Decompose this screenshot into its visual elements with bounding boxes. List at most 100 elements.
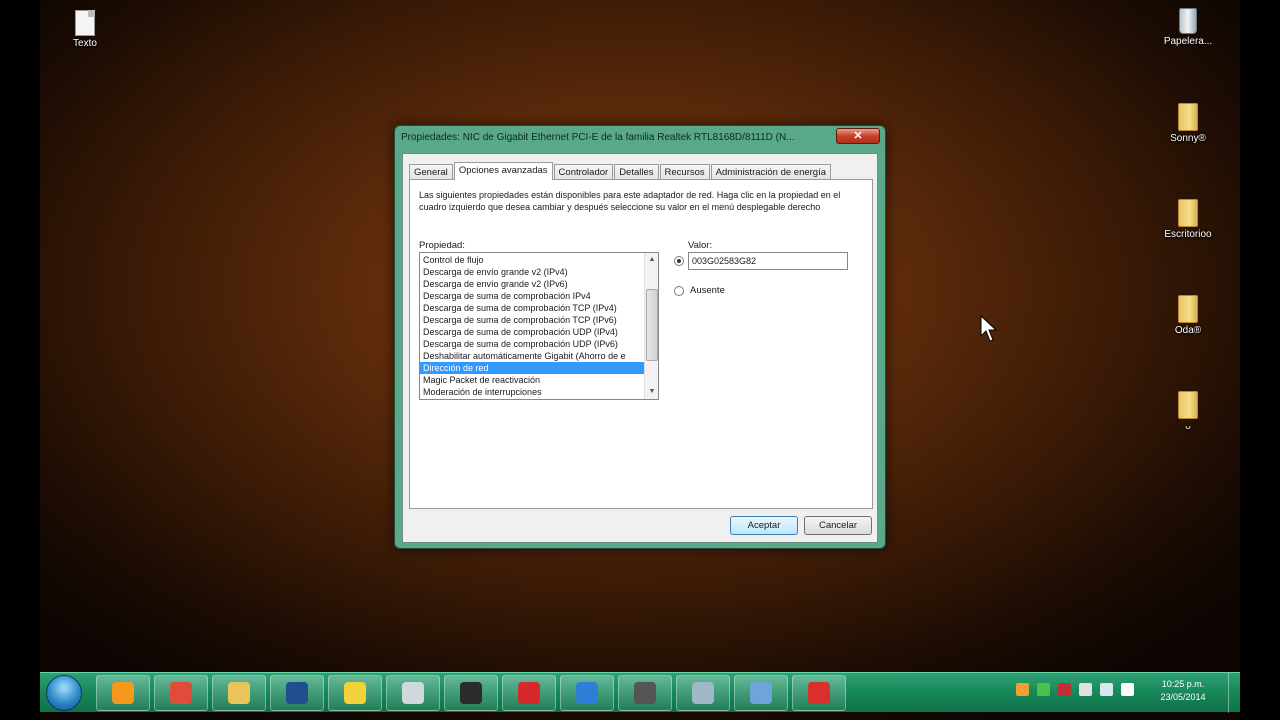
security-icon[interactable] bbox=[1037, 683, 1050, 696]
desktop-icon-label: ᴗ bbox=[1185, 421, 1191, 432]
value-radio[interactable] bbox=[674, 256, 684, 266]
app-icon bbox=[402, 682, 424, 704]
taskbar-button[interactable] bbox=[618, 675, 672, 711]
taskbar-button[interactable] bbox=[792, 675, 846, 711]
notification-icon[interactable] bbox=[1016, 683, 1029, 696]
tab-advanced-options[interactable]: Opciones avanzadas bbox=[453, 162, 553, 180]
property-list[interactable]: Control de flujo Descarga de envío grande… bbox=[419, 252, 659, 400]
property-item[interactable]: Descarga de suma de comprobación TCP (IP… bbox=[420, 314, 644, 326]
game-icon bbox=[460, 682, 482, 704]
taskbar-button[interactable] bbox=[212, 675, 266, 711]
desktop-icon-label: Sonny® bbox=[1170, 133, 1206, 144]
text-document-icon bbox=[75, 10, 95, 36]
desktop-icon-oda[interactable]: Oda® bbox=[1150, 295, 1226, 336]
desktop-icon-label: Texto bbox=[73, 38, 97, 49]
taskbar-button[interactable] bbox=[154, 675, 208, 711]
network-tool-icon bbox=[634, 682, 656, 704]
car-game-icon bbox=[518, 682, 540, 704]
clock-time: 10:25 p.m. bbox=[1161, 679, 1205, 689]
desktop-icon-label: Escritorioo bbox=[1164, 229, 1212, 240]
folder-icon bbox=[1178, 103, 1198, 131]
property-item[interactable]: Magic Packet de reactivación bbox=[420, 374, 644, 386]
right-letterbox bbox=[1240, 0, 1280, 720]
tab-bar: General Opciones avanzadas Controlador D… bbox=[409, 162, 832, 180]
property-item[interactable]: Descarga de envío grande v2 (IPv6) bbox=[420, 278, 644, 290]
dialog-client-area: General Opciones avanzadas Controlador D… bbox=[402, 153, 878, 543]
dialog-title: Propiedades: NIC de Gigabit Ethernet PCI… bbox=[401, 132, 795, 143]
taskbar-button[interactable] bbox=[96, 675, 150, 711]
tab-resources[interactable]: Recursos bbox=[659, 164, 710, 180]
property-list-scrollbar[interactable]: ▲ ▼ bbox=[644, 253, 658, 399]
property-item[interactable]: Descarga de suma de comprobación TCP (IP… bbox=[420, 302, 644, 314]
network-connections-icon bbox=[750, 682, 772, 704]
clock-date: 23/05/2014 bbox=[1160, 692, 1206, 702]
property-item[interactable]: Control de flujo bbox=[420, 254, 644, 266]
taskbar-button[interactable] bbox=[560, 675, 614, 711]
desktop-icon-recycle-bin[interactable]: Papelera... bbox=[1150, 8, 1226, 47]
tab-driver[interactable]: Controlador bbox=[553, 164, 614, 180]
property-item[interactable]: Descarga de suma de comprobación UDP (IP… bbox=[420, 326, 644, 338]
property-item[interactable]: Deshabilitar automáticamente Gigabit (Ah… bbox=[420, 350, 644, 362]
close-button[interactable]: ✕ bbox=[836, 128, 880, 144]
flag-icon[interactable] bbox=[1079, 683, 1092, 696]
desktop-icon-folder[interactable]: ᴗ bbox=[1150, 391, 1226, 432]
property-item[interactable]: Descarga de suma de comprobación UDP (IP… bbox=[420, 338, 644, 350]
desktop-icon-sonny[interactable]: Sonny® bbox=[1150, 103, 1226, 144]
property-label: Propiedad: bbox=[419, 240, 465, 251]
crescent-app-icon bbox=[576, 682, 598, 704]
chrome-icon bbox=[170, 682, 192, 704]
tab-power-management[interactable]: Administración de energía bbox=[710, 164, 832, 180]
folder-icon bbox=[1178, 199, 1198, 227]
folder-icon bbox=[1178, 295, 1198, 323]
desktop: Texto Papelera... Sonny® Escritorioo Oda… bbox=[0, 0, 1280, 720]
property-item[interactable]: Descarga de suma de comprobación IPv4 bbox=[420, 290, 644, 302]
bittorrent-icon bbox=[344, 682, 366, 704]
network-alert-icon[interactable] bbox=[1058, 683, 1071, 696]
taskbar-button[interactable] bbox=[676, 675, 730, 711]
red-app-icon bbox=[808, 682, 830, 704]
device-icon bbox=[692, 682, 714, 704]
file-explorer-icon bbox=[228, 682, 250, 704]
desktop-icon-label: Papelera... bbox=[1163, 36, 1213, 47]
property-items: Control de flujo Descarga de envío grande… bbox=[420, 254, 644, 398]
ok-button[interactable]: Aceptar bbox=[730, 516, 798, 535]
system-tray bbox=[1016, 683, 1134, 696]
tab-general[interactable]: General bbox=[409, 164, 453, 180]
property-item[interactable]: Moderación de interrupciones bbox=[420, 386, 644, 398]
tab-details[interactable]: Detalles bbox=[614, 164, 659, 180]
media-player-icon bbox=[112, 682, 134, 704]
absent-label: Ausente bbox=[690, 285, 725, 296]
scroll-thumb[interactable] bbox=[646, 289, 658, 361]
properties-dialog: Propiedades: NIC de Gigabit Ethernet PCI… bbox=[394, 125, 886, 549]
scroll-down-icon[interactable]: ▼ bbox=[645, 385, 658, 399]
taskbar: 10:25 p.m. 23/05/2014 bbox=[40, 672, 1240, 713]
desktop-icon-texto[interactable]: Texto bbox=[47, 10, 123, 49]
taskbar-button[interactable] bbox=[328, 675, 382, 711]
display-icon[interactable] bbox=[1100, 683, 1113, 696]
advanced-options-panel: Las siguientes propiedades están disponi… bbox=[409, 179, 873, 509]
cancel-button[interactable]: Cancelar bbox=[804, 516, 872, 535]
left-letterbox bbox=[0, 0, 40, 720]
taskbar-button[interactable] bbox=[444, 675, 498, 711]
property-item[interactable]: Descarga de envío grande v2 (IPv4) bbox=[420, 266, 644, 278]
folder-icon bbox=[1178, 391, 1198, 419]
absent-radio[interactable] bbox=[674, 286, 684, 296]
desktop-icon-escritorioo[interactable]: Escritorioo bbox=[1150, 199, 1226, 240]
description-text: Las siguientes propiedades están disponi… bbox=[419, 190, 841, 212]
mouse-cursor-icon bbox=[980, 315, 998, 342]
clock[interactable]: 10:25 p.m. 23/05/2014 bbox=[1148, 678, 1218, 704]
volume-icon[interactable] bbox=[1121, 683, 1134, 696]
property-item[interactable]: Dirección de red bbox=[420, 362, 644, 374]
taskbar-button[interactable] bbox=[734, 675, 788, 711]
scroll-up-icon[interactable]: ▲ bbox=[645, 253, 658, 267]
taskbar-button[interactable] bbox=[502, 675, 556, 711]
start-button[interactable] bbox=[46, 675, 82, 711]
value-label: Valor: bbox=[688, 240, 713, 251]
show-desktop-button[interactable] bbox=[1228, 673, 1240, 713]
recycle-bin-icon bbox=[1179, 8, 1197, 34]
taskbar-button[interactable] bbox=[386, 675, 440, 711]
value-input[interactable] bbox=[688, 252, 848, 270]
photoshop-icon bbox=[286, 682, 308, 704]
taskbar-button[interactable] bbox=[270, 675, 324, 711]
desktop-icon-label: Oda® bbox=[1174, 325, 1202, 336]
